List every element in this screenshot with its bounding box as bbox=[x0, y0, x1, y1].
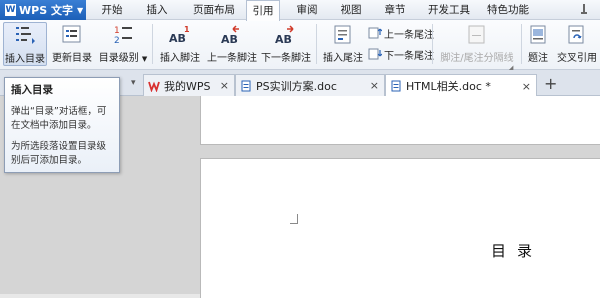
svg-text:1: 1 bbox=[184, 25, 190, 34]
cross-reference-button[interactable]: 交叉引用 bbox=[556, 22, 598, 66]
caption-button[interactable]: 题注 bbox=[524, 22, 552, 66]
caption-icon bbox=[525, 22, 551, 46]
update-toc-icon bbox=[59, 22, 85, 46]
prev-footnote-icon: AB bbox=[219, 22, 245, 46]
prev-footnote-button[interactable]: AB 上一条脚注 bbox=[206, 22, 258, 66]
tooltip-title: 插入目录 bbox=[11, 84, 53, 96]
tab-my-wps[interactable]: 我的WPS × bbox=[143, 74, 235, 96]
next-footnote-label: 下一条脚注 bbox=[261, 53, 311, 64]
tab-label: 我的WPS bbox=[164, 79, 211, 93]
update-toc-label: 更新目录 bbox=[52, 53, 92, 64]
toc-icon bbox=[12, 23, 38, 47]
toc-level-button[interactable]: 1 2 目录级别 ▼ bbox=[97, 22, 149, 66]
svg-text:1: 1 bbox=[114, 26, 120, 36]
next-endnote-label: 下一条尾注 bbox=[384, 50, 434, 62]
prev-endnote-icon bbox=[368, 27, 382, 39]
menu-page-layout[interactable]: 页面布局 bbox=[186, 0, 242, 20]
wps-logo-icon: W bbox=[5, 4, 16, 16]
endnote-icon bbox=[330, 22, 356, 46]
menu-special[interactable]: 特色功能 bbox=[480, 0, 536, 20]
insert-footnote-button[interactable]: AB 1 插入脚注 bbox=[156, 22, 204, 66]
svg-text:AB: AB bbox=[221, 33, 238, 45]
next-endnote-icon bbox=[368, 48, 382, 60]
prev-endnote-label: 上一条尾注 bbox=[384, 29, 434, 41]
document-page-previous[interactable] bbox=[200, 96, 600, 145]
app-menu-button[interactable]: W WPS 文字 ▼ bbox=[0, 0, 86, 20]
separator bbox=[152, 24, 153, 64]
tooltip-text: 为所选段落设置目录级别后可添加目录。 bbox=[11, 141, 107, 166]
tab-label: PS实训方案.doc bbox=[256, 79, 337, 93]
menu-chapter[interactable]: 章节 bbox=[378, 0, 412, 20]
footnote-separator-button[interactable]: 脚注/尾注分隔线 bbox=[436, 22, 518, 66]
footnote-icon: AB 1 bbox=[167, 22, 193, 46]
ribbon-toolbar: 插入目录 更新目录 1 2 目录级别 ▼ AB 1 插入脚注 AB 上一条脚注 … bbox=[0, 20, 600, 72]
insert-endnote-button[interactable]: 插入尾注 bbox=[320, 22, 366, 66]
menu-home[interactable]: 开始 bbox=[95, 0, 129, 20]
separator bbox=[316, 24, 317, 64]
separator-line-icon bbox=[464, 22, 490, 46]
menu-developer[interactable]: 开发工具 bbox=[422, 0, 476, 20]
menu-bar: W WPS 文字 ▼ 开始 插入 页面布局 引用 审阅 视图 章节 开发工具 特… bbox=[0, 0, 600, 21]
caption-label: 题注 bbox=[528, 53, 548, 64]
prev-footnote-label: 上一条脚注 bbox=[207, 53, 257, 64]
chevron-down-icon: ▼ bbox=[76, 5, 84, 15]
svg-text:AB: AB bbox=[275, 33, 292, 45]
tab-ps-doc[interactable]: PS实训方案.doc × bbox=[235, 74, 385, 96]
next-footnote-icon: AB bbox=[273, 22, 299, 46]
doc-icon bbox=[240, 80, 252, 92]
footnote-separator-label: 脚注/尾注分隔线 bbox=[440, 53, 514, 64]
app-title: WPS 文字 bbox=[19, 4, 73, 17]
next-endnote-button[interactable]: 下一条尾注 bbox=[368, 46, 434, 62]
menu-insert[interactable]: 插入 bbox=[140, 0, 174, 20]
tab-label: HTML相关.doc * bbox=[406, 80, 491, 93]
cross-reference-icon bbox=[564, 22, 590, 46]
close-icon[interactable]: × bbox=[522, 80, 531, 93]
menu-references[interactable]: 引用 bbox=[246, 0, 280, 21]
insert-toc-button[interactable]: 插入目录 bbox=[3, 22, 47, 66]
insert-endnote-label: 插入尾注 bbox=[323, 53, 363, 64]
insert-footnote-label: 插入脚注 bbox=[160, 53, 200, 64]
svg-text:2: 2 bbox=[114, 36, 120, 45]
prev-endnote-button[interactable]: 上一条尾注 bbox=[368, 25, 434, 41]
new-tab-button[interactable]: + bbox=[544, 74, 557, 93]
wps-logo-icon bbox=[148, 80, 160, 92]
toc-level-icon: 1 2 bbox=[110, 22, 136, 46]
document-page-current[interactable] bbox=[200, 158, 600, 298]
tab-list-dropdown-icon[interactable]: ▾ bbox=[131, 78, 136, 88]
toc-level-label: 目录级别 ▼ bbox=[98, 53, 148, 64]
insert-toc-tooltip: 插入目录 弹出“目录”对话框，可在文档中添加目录。 为所选段落设置目录级别后可添… bbox=[4, 77, 120, 173]
tab-html-doc[interactable]: HTML相关.doc * × bbox=[385, 74, 537, 97]
next-footnote-button[interactable]: AB 下一条脚注 bbox=[260, 22, 312, 66]
doc-icon bbox=[390, 80, 402, 92]
document-heading[interactable]: 目录 bbox=[491, 240, 543, 261]
close-icon[interactable]: × bbox=[370, 79, 379, 92]
insert-toc-label: 插入目录 bbox=[5, 54, 45, 65]
separator bbox=[432, 24, 433, 64]
margin-corner-mark bbox=[290, 214, 298, 224]
separator bbox=[521, 24, 522, 64]
menu-review[interactable]: 审阅 bbox=[290, 0, 324, 20]
menu-view[interactable]: 视图 bbox=[334, 0, 368, 20]
update-toc-button[interactable]: 更新目录 bbox=[50, 22, 94, 66]
cross-reference-label: 交叉引用 bbox=[557, 53, 597, 64]
tooltip-text: 弹出“目录”对话框，可在文档中添加目录。 bbox=[11, 106, 107, 131]
close-icon[interactable]: × bbox=[220, 79, 229, 92]
ribbon-toggle-icon[interactable] bbox=[580, 2, 594, 16]
